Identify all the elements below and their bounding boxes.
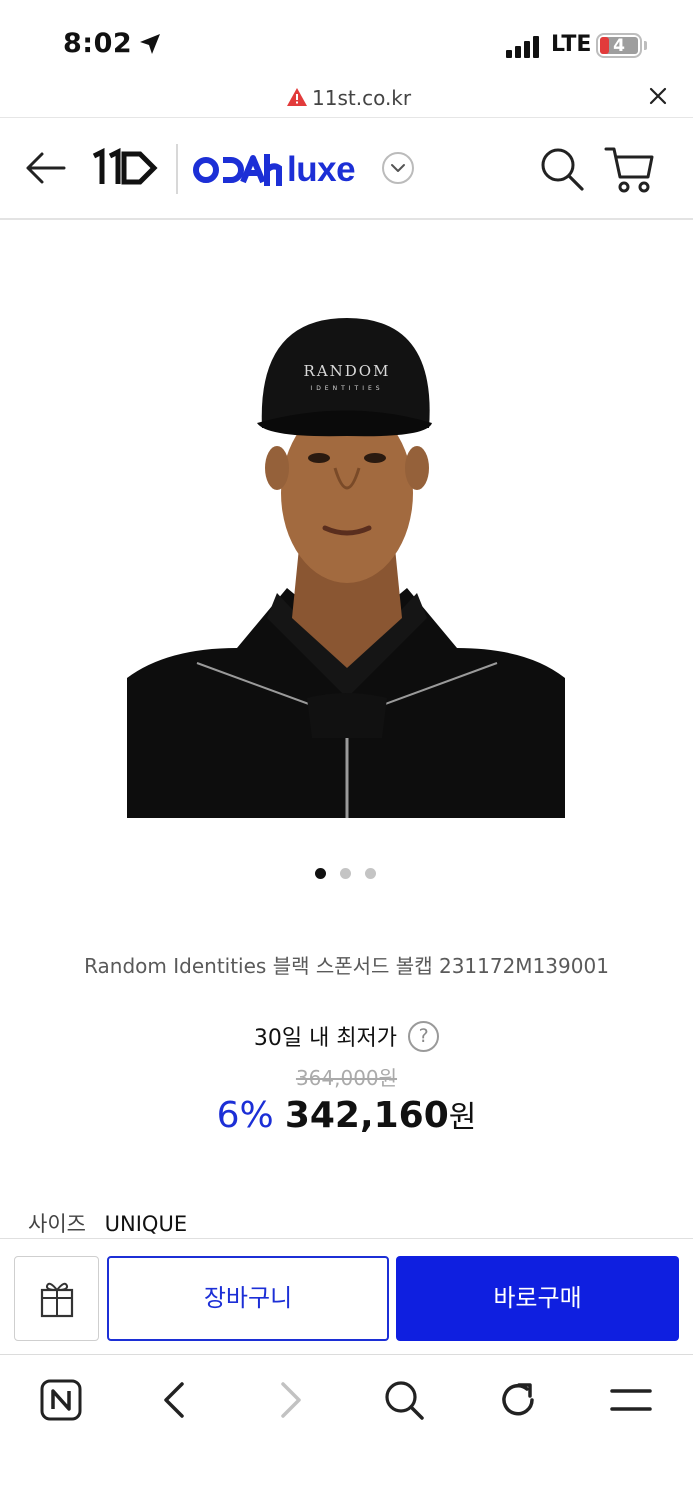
back-icon[interactable] — [152, 1377, 198, 1423]
carousel-dots — [315, 868, 385, 880]
currency-unit: 원 — [448, 1100, 477, 1135]
purchase-action-bar: 장바구니 바로구매 — [0, 1238, 693, 1354]
reload-icon[interactable] — [495, 1377, 541, 1423]
network-label: LTE — [551, 32, 592, 57]
size-row: 사이즈 UNIQUE — [28, 1208, 187, 1238]
carousel-dot[interactable] — [315, 868, 326, 879]
battery-level: 4 — [613, 36, 625, 56]
back-arrow-icon[interactable] — [24, 148, 68, 188]
carousel-dot[interactable] — [365, 868, 376, 879]
battery-cap — [644, 41, 647, 50]
brand-dropdown[interactable] — [382, 152, 414, 184]
cart-icon[interactable] — [604, 144, 656, 194]
original-price: 364,000원 — [295, 1066, 398, 1090]
chevron-down-icon — [391, 164, 405, 172]
browser-nav — [0, 1354, 693, 1500]
status-time: 8:02 — [63, 28, 133, 59]
gift-button[interactable] — [14, 1256, 99, 1341]
url-domain[interactable]: 11st.co.kr — [312, 86, 411, 110]
svg-text:RANDOM: RANDOM — [304, 362, 391, 380]
product-name: Random Identities 블랙 스폰서드 볼캡 231172M1390… — [84, 954, 609, 978]
lowest-price-label: 30일 내 최저가 — [253, 1026, 398, 1051]
menu-icon[interactable] — [608, 1377, 654, 1423]
sale-price: 342,160 — [284, 1095, 449, 1136]
discount-rate: 6% — [216, 1095, 274, 1136]
location-arrow-icon — [140, 34, 160, 54]
signal-icon — [506, 36, 544, 58]
warning-icon — [287, 88, 307, 106]
close-icon[interactable] — [646, 84, 670, 108]
ooah-mark — [193, 154, 282, 186]
size-value: UNIQUE — [104, 1212, 188, 1236]
logo-divider — [176, 144, 178, 194]
price-row: 6% 342,160원 — [0, 1092, 693, 1136]
gift-icon — [40, 1282, 74, 1318]
naver-icon[interactable] — [38, 1377, 84, 1423]
battery-icon: 4 — [596, 33, 642, 58]
help-icon[interactable]: ? — [408, 1020, 440, 1052]
luxe-logo[interactable]: luxe — [193, 148, 356, 192]
carousel-dot[interactable] — [340, 868, 351, 879]
11st-logo[interactable] — [90, 148, 160, 188]
product-image-carousel[interactable]: RANDOM IDENTITIES — [0, 222, 693, 922]
search-icon[interactable] — [381, 1377, 427, 1423]
lowest-price-row: 30일 내 최저가 ? — [0, 1020, 693, 1052]
forward-icon[interactable] — [267, 1377, 313, 1423]
search-icon[interactable] — [539, 146, 585, 192]
status-bar: 8:02 LTE 4 — [0, 0, 693, 80]
luxe-wordmark: luxe — [287, 150, 356, 189]
add-to-cart-button[interactable]: 장바구니 — [107, 1256, 389, 1341]
product-photo[interactable]: RANDOM IDENTITIES — [127, 318, 565, 818]
url-bar[interactable]: 11st.co.kr — [0, 80, 693, 118]
size-label: 사이즈 — [28, 1212, 86, 1236]
app-header: luxe — [0, 118, 693, 220]
svg-text:IDENTITIES: IDENTITIES — [310, 385, 383, 392]
buy-now-button[interactable]: 바로구매 — [396, 1256, 679, 1341]
